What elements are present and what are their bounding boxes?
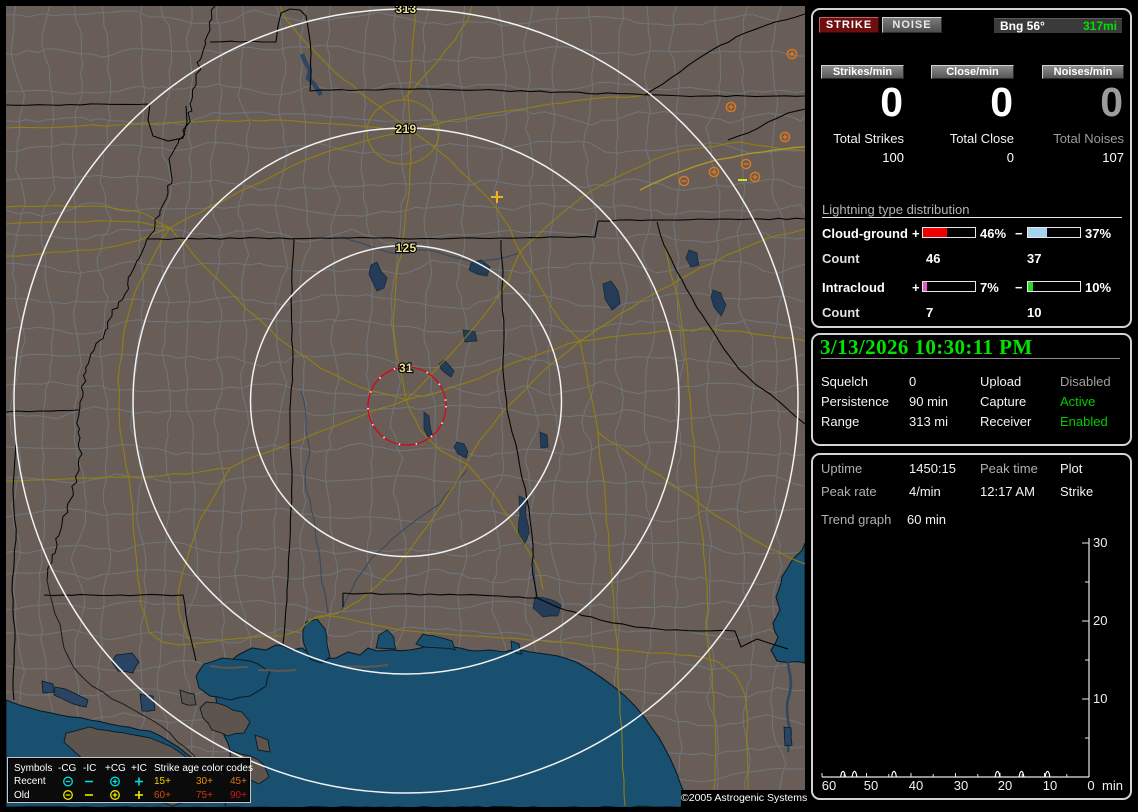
svg-text:30: 30 bbox=[1093, 535, 1107, 550]
svg-text:20: 20 bbox=[1093, 613, 1107, 628]
svg-text:31: 31 bbox=[399, 361, 413, 375]
svg-text:10: 10 bbox=[1093, 691, 1107, 706]
svg-text:313: 313 bbox=[396, 6, 417, 16]
svg-text:125: 125 bbox=[396, 241, 417, 255]
svg-text:219: 219 bbox=[396, 122, 417, 136]
